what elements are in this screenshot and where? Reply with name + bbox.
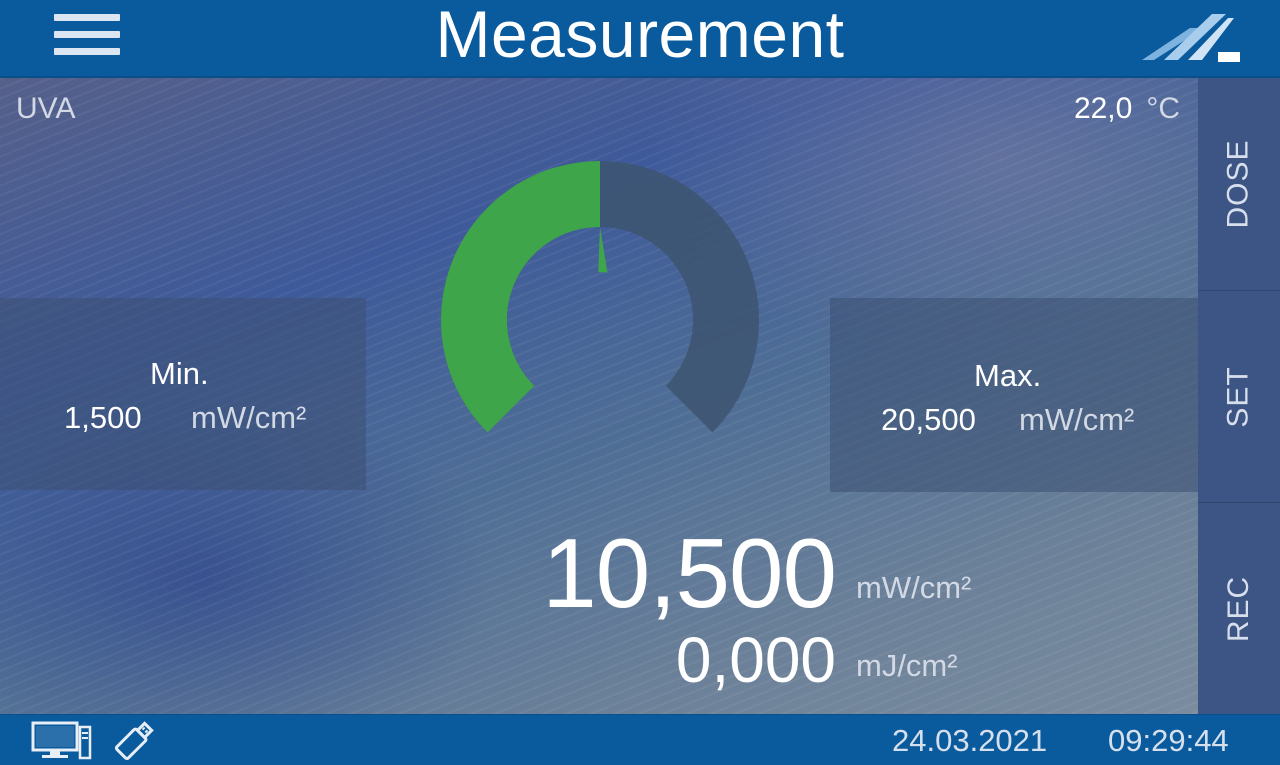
max-label: Max. [974, 358, 1042, 393]
side-menu: DOSE SET REC [1198, 78, 1280, 714]
dose-value: 0,000 [675, 624, 836, 696]
set-button-label: SET [1221, 366, 1255, 428]
rec-button[interactable]: REC [1198, 502, 1280, 715]
temperature-value: 22,0 [1073, 92, 1133, 125]
min-label: Min. [150, 356, 209, 391]
min-panel [0, 298, 366, 490]
dose-button-label: DOSE [1222, 139, 1255, 229]
channel-label: UVA [16, 92, 76, 125]
date-readout: 24.03.2021 [892, 723, 1048, 758]
temperature-unit: °C [1146, 92, 1180, 125]
set-button[interactable]: SET [1198, 290, 1280, 503]
gauge-fill [441, 161, 601, 433]
header-bar: Measurement [0, 0, 1280, 78]
dose-button[interactable]: DOSE [1198, 78, 1280, 290]
temperature-readout: 22,0 °C [1074, 92, 1180, 126]
pc-connection-icon[interactable] [30, 719, 92, 761]
time-readout: 09:29:44 [1108, 723, 1229, 758]
usb-stick-icon[interactable] [112, 719, 156, 763]
max-value: 20,500 [881, 402, 976, 437]
min-unit: mW/cm² [191, 400, 307, 435]
gauge-needle [598, 227, 608, 273]
page-title: Measurement [435, 0, 845, 71]
status-bar: 24.03.2021 09:29:44 [0, 714, 1280, 765]
min-value: 1,500 [64, 400, 142, 435]
max-unit: mW/cm² [1019, 402, 1135, 437]
rec-button-label: REC [1222, 575, 1255, 643]
max-panel [830, 298, 1198, 492]
irradiance-value: 10,500 [542, 518, 837, 628]
irradiance-unit: mW/cm² [856, 570, 972, 605]
dose-unit: mJ/cm² [856, 648, 958, 683]
intensity-gauge [441, 161, 759, 433]
brand-logo-icon [1142, 14, 1240, 62]
